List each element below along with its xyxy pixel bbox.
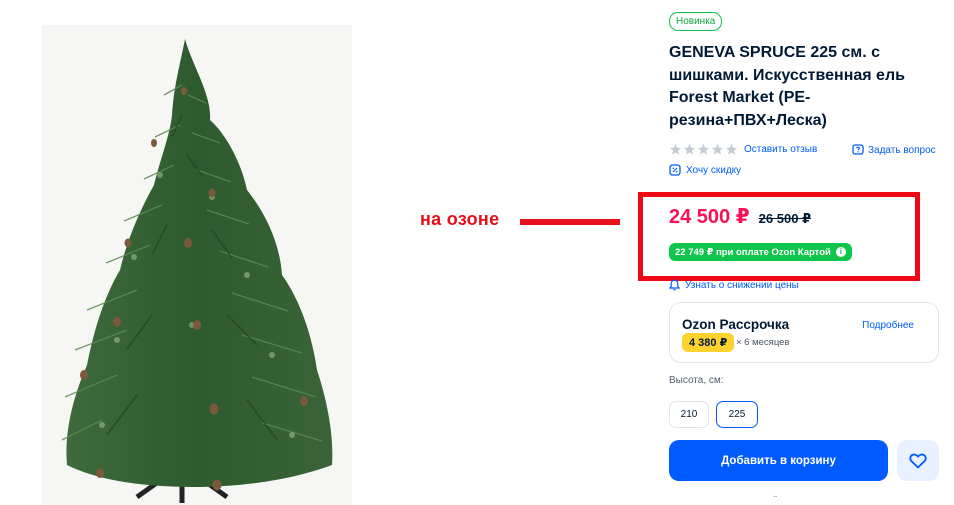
star-icon: [697, 143, 710, 155]
current-price: 24 500 ₽: [669, 206, 750, 228]
ask-question-link[interactable]: Задать вопрос: [852, 144, 936, 156]
annotation-arrow-line: [520, 219, 620, 225]
star-icon: [725, 143, 738, 155]
size-option-225-selected[interactable]: 225: [716, 401, 758, 428]
star-icon: [669, 143, 682, 155]
old-price: 26 500 ₽: [758, 211, 812, 226]
height-label: Высота, см:: [669, 375, 724, 386]
price-drop-notify-link[interactable]: Узнать о снижении цены: [669, 279, 799, 291]
star-icon: [683, 143, 696, 155]
question-icon: [852, 144, 864, 155]
more-indicator: ∙∙: [773, 491, 777, 502]
installment-payment-badge: 4 380 ₽: [682, 333, 735, 352]
size-option-210[interactable]: 210: [669, 401, 709, 428]
installment-details-link[interactable]: Подробнее: [862, 320, 914, 331]
favorite-button[interactable]: [897, 440, 939, 481]
installment-card[interactable]: Ozon Рассрочка Подробнее 4 380 ₽ × 6 мес…: [669, 302, 939, 363]
want-discount-link[interactable]: Хочу скидку: [669, 164, 741, 176]
discount-icon: [669, 164, 681, 176]
heart-icon: [909, 453, 927, 468]
christmas-tree-image: [42, 25, 352, 505]
leave-review-link[interactable]: Оставить отзыв: [744, 144, 817, 155]
add-to-cart-button[interactable]: Добавить в корзину: [669, 440, 888, 481]
price-row: 24 500 ₽ 26 500 ₽: [669, 204, 811, 229]
new-badge: Новинка: [669, 12, 723, 31]
ozon-card-price-badge[interactable]: 22 749 ₽ при оплате Ozon Картой i: [669, 243, 852, 261]
product-image[interactable]: [42, 25, 352, 505]
want-discount-label: Хочу скидку: [686, 164, 742, 176]
product-title: GENEVA SPRUCE 225 см. с шишками. Искусст…: [669, 44, 905, 129]
star-icon: [711, 143, 724, 155]
installment-months: × 6 месяцев: [736, 337, 790, 348]
rating-row: Оставить отзыв: [669, 143, 817, 156]
ozon-card-price-label: 22 749 ₽ при оплате Ozon Картой: [675, 246, 831, 258]
annotation-label: на озоне: [420, 209, 500, 229]
info-icon[interactable]: i: [835, 247, 846, 257]
bell-icon: [669, 279, 680, 291]
ask-question-label: Задать вопрос: [868, 144, 936, 156]
rating-stars[interactable]: [669, 143, 738, 156]
price-drop-notify-label: Узнать о снижении цены: [685, 279, 799, 291]
installment-title: Ozon Рассрочка: [682, 317, 790, 332]
